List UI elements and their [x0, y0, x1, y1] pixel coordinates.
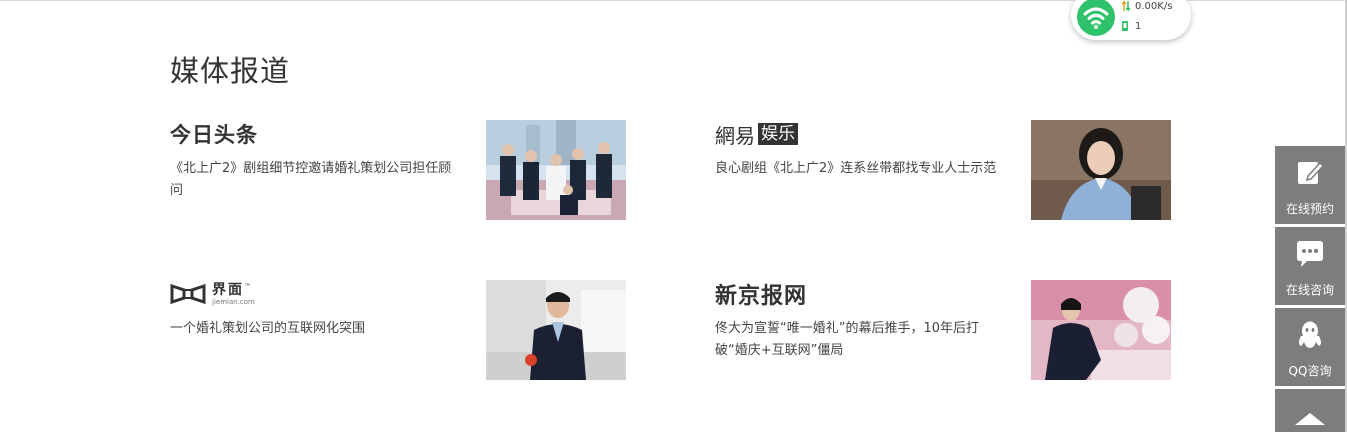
article-thumbnail[interactable] — [1031, 120, 1171, 220]
netease-logo: 網易 娱乐 — [715, 120, 798, 148]
media-card-xinjingbao[interactable]: 新京报网 佟大为宣誓“唯一婚礼”的幕后推手，10年后打破“婚庆+互联网”僵局 — [715, 280, 1171, 380]
section-title: 媒体报道 — [170, 54, 291, 88]
wifi-icon — [1077, 0, 1115, 36]
toutiao-logo: 今日头条 — [170, 123, 258, 147]
sidebar-item-label: 在线预约 — [1285, 202, 1334, 216]
media-card-jiemian[interactable]: 界面™ jiemian.com 一个婚礼策划公司的互联网化突围 — [170, 280, 626, 380]
article-headline[interactable]: 佟大为宣誓“唯一婚礼”的幕后推手，10年后打破“婚庆+互联网”僵局 — [715, 318, 1005, 362]
sidebar-online-chat[interactable]: 在线咨询 — [1275, 227, 1345, 305]
article-headline[interactable]: 良心剧组《北上广2》连系丝带都找专业人士示范 — [715, 158, 1005, 180]
chat-icon — [1297, 241, 1323, 267]
sidebar-item-label: 在线咨询 — [1285, 283, 1334, 297]
network-speed-widget[interactable]: 0.00K/s 1 — [1071, 0, 1191, 40]
connected-count: 1 — [1135, 20, 1142, 32]
xinjingbao-logo: 新京报网 — [715, 283, 808, 309]
qq-icon — [1299, 321, 1321, 348]
article-thumbnail[interactable] — [1031, 280, 1171, 380]
transfer-arrows-icon — [1121, 0, 1131, 12]
sidebar-back-to-top[interactable] — [1275, 389, 1345, 432]
jiemian-mark-icon — [170, 283, 206, 305]
jiemian-logo: 界面™ jiemian.com — [170, 280, 255, 308]
device-icon — [1122, 21, 1128, 31]
media-card-toutiao[interactable]: 今日头条 《北上广2》剧组细节控邀请婚礼策划公司担任顾问 — [170, 120, 626, 220]
media-card-netease[interactable]: 網易 娱乐 良心剧组《北上广2》连系丝带都找专业人士示范 — [715, 120, 1171, 220]
sidebar-online-booking[interactable]: 在线预约 — [1275, 146, 1345, 224]
article-headline[interactable]: 一个婚礼策划公司的互联网化突围 — [170, 318, 460, 340]
edit-icon — [1298, 161, 1324, 184]
sidebar-qq-chat[interactable]: QQ咨询 — [1275, 308, 1345, 386]
article-thumbnail[interactable] — [486, 120, 626, 220]
sidebar-item-label: QQ咨询 — [1288, 364, 1332, 378]
article-headline[interactable]: 《北上广2》剧组细节控邀请婚礼策划公司担任顾问 — [170, 158, 460, 202]
article-thumbnail[interactable] — [486, 280, 626, 380]
back-to-top-icon — [1295, 413, 1325, 425]
network-speed-value: 0.00K/s — [1135, 0, 1173, 12]
